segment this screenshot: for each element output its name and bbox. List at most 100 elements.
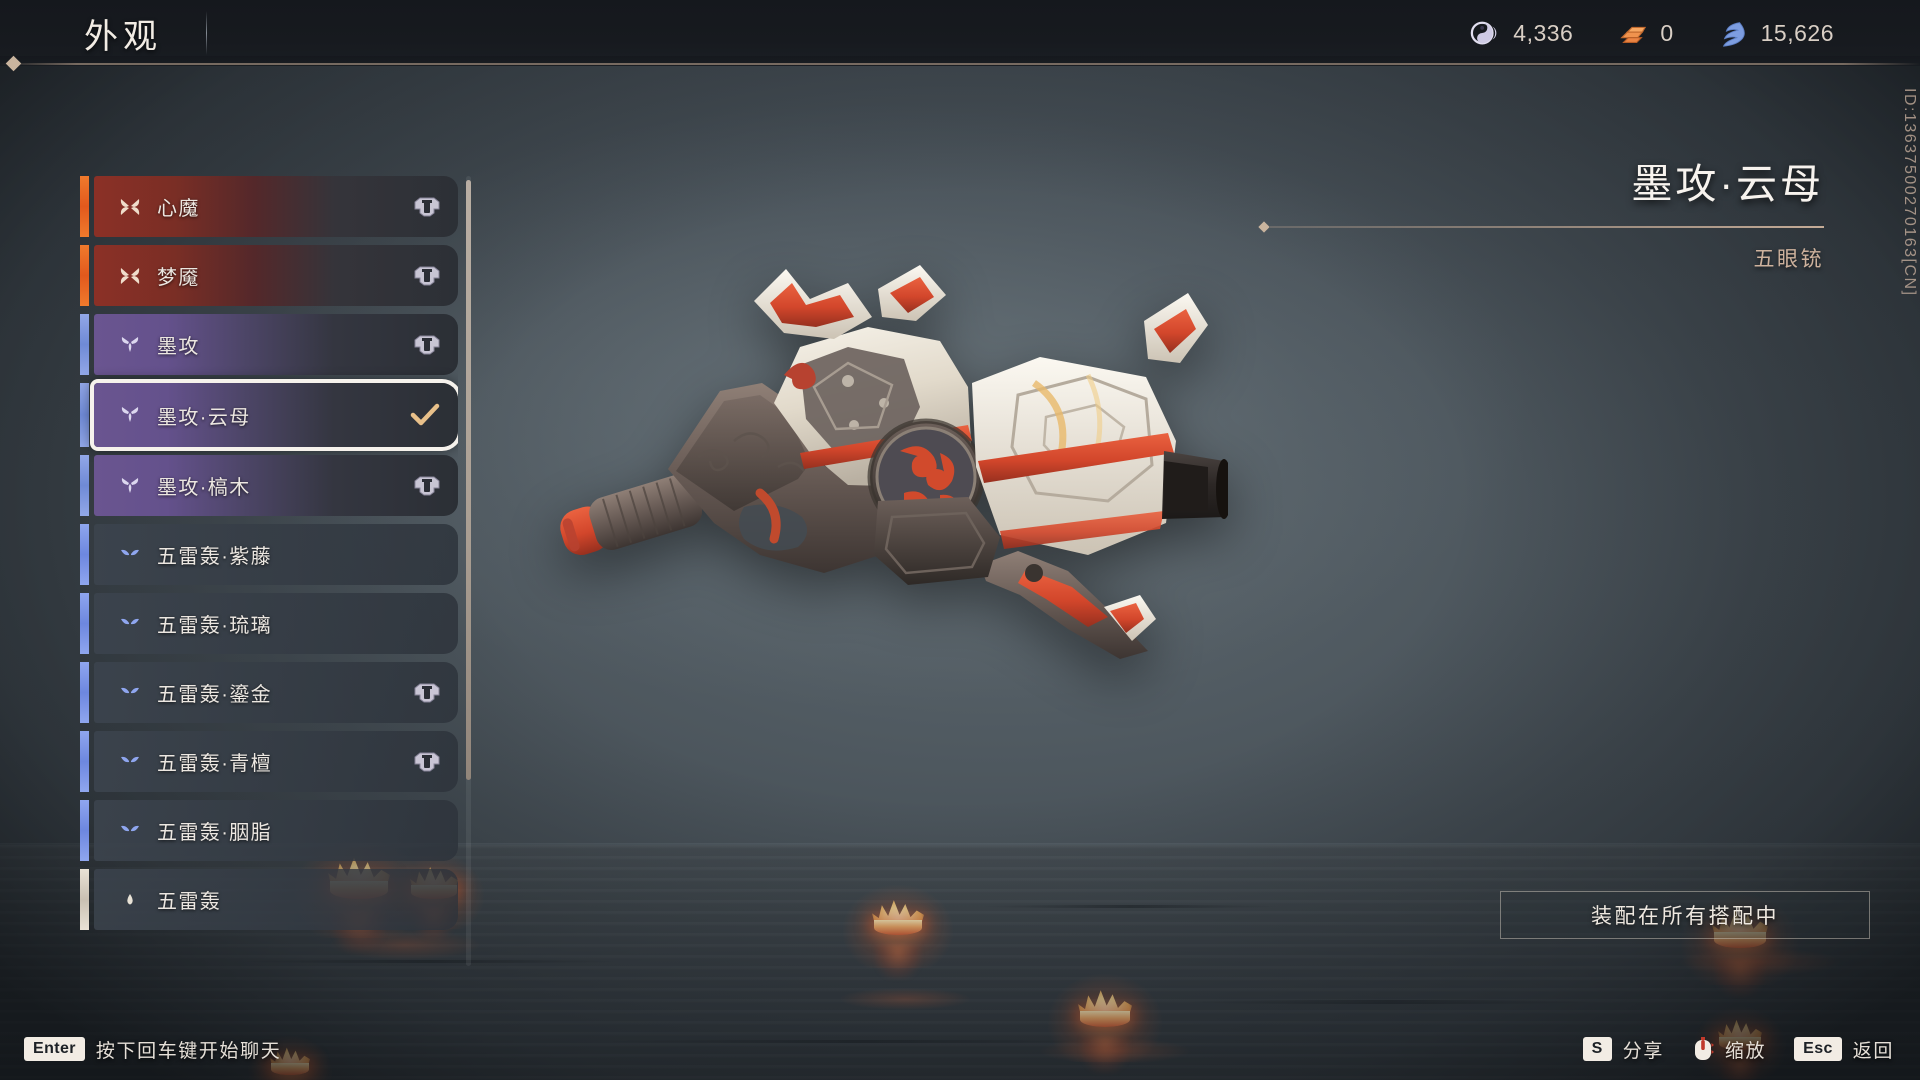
top-bar: 外观 4,336 0 15,626	[0, 0, 1920, 66]
skin-item-body: 五雷轰·鎏金	[94, 662, 458, 723]
skin-list-item[interactable]: 五雷轰	[80, 869, 458, 930]
rarity-bar-purple	[80, 455, 89, 516]
skin-item-label: 心魔	[157, 198, 200, 220]
rarity-bar-grey	[80, 869, 89, 930]
skin-list-scrollbar-track[interactable]	[466, 176, 471, 966]
key-enter: Enter	[24, 1037, 85, 1061]
skin-item-status	[414, 335, 440, 355]
hint-back-label: 返回	[1852, 1040, 1894, 1062]
skin-item-status	[414, 752, 440, 772]
yinyang-token-icon	[1471, 21, 1497, 45]
skin-item-body: 墨攻·槁木	[94, 455, 458, 516]
rarity-purple-icon	[118, 474, 142, 498]
key-s: S	[1582, 1037, 1612, 1061]
skin-item-body: 心魔	[94, 176, 458, 237]
skin-list-item[interactable]: 墨攻·云母	[80, 383, 458, 447]
skin-item-body: 五雷轰·青檀	[94, 731, 458, 792]
hint-chat[interactable]: Enter 按下回车键开始聊天	[24, 1036, 281, 1063]
skin-list-scrollbar-thumb[interactable]	[466, 180, 471, 780]
mouse-scroll-icon	[1694, 1037, 1714, 1060]
hint-share-label: 分享	[1622, 1040, 1664, 1062]
rarity-bar-blue	[80, 524, 89, 585]
equipped-badge-icon	[414, 476, 440, 495]
equipped-badge-icon	[414, 266, 440, 285]
skin-list-item[interactable]: 五雷轰·紫藤	[80, 524, 458, 585]
skin-item-body: 墨攻·云母	[94, 383, 458, 447]
page-title: 外观	[84, 17, 162, 56]
currency-yinyang-token[interactable]: 4,336	[1470, 18, 1573, 48]
skin-item-label: 墨攻·槁木	[157, 477, 251, 499]
hint-share[interactable]: S 分享	[1582, 1036, 1664, 1063]
skin-item-status	[414, 266, 440, 286]
selected-check-icon	[410, 403, 440, 426]
rarity-blue-icon	[118, 543, 142, 567]
bottom-hint-bar: Enter 按下回车键开始聊天 S 分享 缩放 Esc 返回	[0, 1018, 1920, 1080]
skin-item-label: 五雷轰·鎏金	[157, 684, 273, 706]
equipped-badge-icon	[414, 752, 440, 771]
item-type: 五眼铳	[1753, 248, 1824, 271]
skin-item-body: 墨攻	[94, 314, 458, 375]
skin-item-label: 梦魇	[157, 267, 200, 289]
rarity-bar-orange	[80, 245, 89, 306]
gold-bar-icon	[1620, 26, 1647, 43]
skin-item-label: 五雷轰	[157, 891, 222, 913]
skin-list-item[interactable]: 心魔	[80, 176, 458, 237]
skin-item-status	[414, 683, 440, 703]
skin-item-status	[414, 476, 440, 496]
skin-item-label: 五雷轰·紫藤	[157, 546, 273, 568]
rarity-purple-icon	[118, 333, 142, 357]
header-accent-line	[0, 63, 1920, 65]
skin-list[interactable]: 心魔梦魇墨攻墨攻·云母墨攻·槁木五雷轰·紫藤 五雷轰·琉璃 五雷轰·鎏金 五雷轰·青檀…	[80, 176, 458, 966]
skin-list-item[interactable]: 墨攻·槁木	[80, 455, 458, 516]
rarity-blue-icon	[118, 819, 142, 843]
skin-list-item[interactable]: 五雷轰·青檀	[80, 731, 458, 792]
key-esc: Esc	[1794, 1037, 1842, 1061]
blue-shell-icon	[1722, 22, 1745, 47]
skin-item-label: 五雷轰·青檀	[157, 753, 273, 775]
rarity-bar-blue	[80, 731, 89, 792]
skin-item-label: 五雷轰·琉璃	[157, 615, 273, 637]
currency-value: 4,336	[1513, 19, 1574, 46]
rarity-bar-orange	[80, 176, 89, 237]
skin-item-label: 墨攻·云母	[157, 406, 251, 429]
rarity-bar-blue	[80, 662, 89, 723]
hint-back[interactable]: Esc 返回	[1794, 1036, 1894, 1063]
rarity-orange-icon	[118, 264, 142, 288]
skin-list-panel: 心魔梦魇墨攻墨攻·云母墨攻·槁木五雷轰·紫藤 五雷轰·琉璃 五雷轰·鎏金 五雷轰·青檀…	[80, 176, 475, 966]
equip-button-label: 装配在所有搭配中	[1591, 905, 1779, 928]
rarity-blue-icon	[118, 750, 142, 774]
hint-zoom[interactable]: 缩放	[1692, 1036, 1766, 1063]
currency-blue-shell[interactable]: 15,626	[1718, 18, 1834, 48]
rarity-bar-purple	[80, 314, 89, 375]
rarity-orange-icon	[118, 195, 142, 219]
skin-item-body: 梦魇	[94, 245, 458, 306]
currency-group: 4,336 0 15,626	[1470, 18, 1834, 48]
skin-list-item[interactable]: 墨攻	[80, 314, 458, 375]
currency-value: 0	[1660, 19, 1674, 46]
skin-item-label: 墨攻	[157, 336, 200, 358]
skin-list-item[interactable]: 五雷轰·胭脂	[80, 800, 458, 861]
skin-list-item[interactable]: 五雷轰·鎏金	[80, 662, 458, 723]
skin-item-body: 五雷轰·胭脂	[94, 800, 458, 861]
skin-item-body: 五雷轰·紫藤	[94, 524, 458, 585]
hint-zoom-label: 缩放	[1724, 1040, 1767, 1062]
rarity-bar-purple	[80, 383, 89, 447]
skin-list-item[interactable]: 五雷轰·琉璃	[80, 593, 458, 654]
rarity-bar-blue	[80, 593, 89, 654]
equip-all-loadouts-button[interactable]: 装配在所有搭配中	[1500, 891, 1870, 939]
currency-gold-bar[interactable]: 0	[1617, 18, 1673, 48]
hint-group-right: S 分享 缩放 Esc 返回	[1582, 1036, 1894, 1063]
rarity-blue-icon	[118, 681, 142, 705]
equipped-badge-icon	[414, 683, 440, 702]
rarity-grey-icon	[118, 888, 142, 912]
rarity-bar-blue	[80, 800, 89, 861]
weapon-3d-model[interactable]	[548, 255, 1228, 675]
item-detail-panel: 墨攻·云母 五眼铳	[1160, 150, 1920, 273]
skin-item-body: 五雷轰	[94, 869, 458, 930]
title-divider	[206, 11, 207, 55]
skin-item-label: 五雷轰·胭脂	[157, 822, 273, 844]
hint-chat-label: 按下回车键开始聊天	[95, 1040, 282, 1062]
rarity-purple-icon	[118, 403, 142, 427]
skin-list-item[interactable]: 梦魇	[80, 245, 458, 306]
skin-item-body: 五雷轰·琉璃	[94, 593, 458, 654]
